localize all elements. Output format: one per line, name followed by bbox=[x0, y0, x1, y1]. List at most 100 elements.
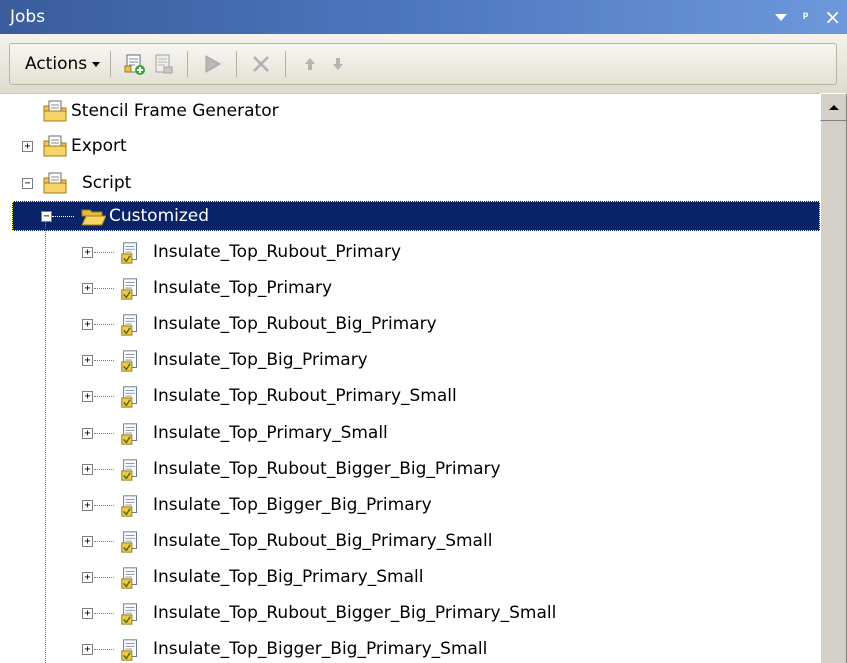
tree-node-script-item[interactable]: + Insulate_Top_Rubout_Primary_Small bbox=[0, 380, 820, 412]
expand-toggle-icon[interactable]: + bbox=[82, 319, 93, 330]
tree-connector bbox=[94, 288, 114, 289]
toolbar-separator bbox=[285, 51, 287, 77]
actions-menu-button[interactable]: Actions bbox=[25, 54, 101, 74]
tree-node-script-item[interactable]: + Insulate_Top_Bigger_Big_Primary_Small bbox=[0, 633, 820, 663]
expand-toggle-icon[interactable]: + bbox=[22, 141, 33, 152]
tree-connector bbox=[94, 541, 114, 542]
tree-connector bbox=[94, 613, 114, 614]
collapse-toggle-icon[interactable]: − bbox=[22, 178, 33, 189]
script-document-icon bbox=[121, 423, 137, 445]
tree-node-label: Insulate_Top_Primary bbox=[153, 278, 333, 298]
folder-document-icon bbox=[43, 135, 67, 157]
expand-toggle-icon[interactable]: + bbox=[82, 644, 93, 655]
open-folder-icon bbox=[81, 209, 106, 226]
arrow-up-icon bbox=[828, 104, 839, 110]
expand-toggle-icon[interactable]: + bbox=[82, 355, 93, 366]
folder-document-icon bbox=[43, 100, 67, 122]
tree-node-script-item[interactable]: + Insulate_Top_Rubout_Bigger_Big_Primary_… bbox=[0, 597, 820, 629]
tree-node-script-item[interactable]: + Insulate_Top_Bigger_Big_Primary bbox=[0, 489, 820, 521]
expand-toggle-icon[interactable]: + bbox=[82, 428, 93, 439]
move-up-icon bbox=[305, 58, 316, 70]
run-button[interactable] bbox=[198, 50, 226, 78]
tree-node-label: Insulate_Top_Rubout_Big_Primary_Small bbox=[153, 531, 493, 551]
script-document-icon bbox=[121, 639, 137, 661]
expand-toggle-icon[interactable]: + bbox=[82, 500, 93, 511]
toolbar-separator bbox=[187, 51, 189, 77]
job-properties-icon bbox=[155, 54, 173, 74]
actions-label: Actions bbox=[25, 54, 88, 74]
tree-node-script-item[interactable]: + Insulate_Top_Primary bbox=[0, 272, 820, 304]
tree-connector bbox=[94, 324, 114, 325]
tree-node-label: Insulate_Top_Rubout_Big_Primary bbox=[153, 314, 437, 334]
tree-node-stencil-frame-generator[interactable]: Stencil Frame Generator bbox=[0, 95, 820, 127]
tree-node-label: Insulate_Top_Rubout_Bigger_Big_Primary_S… bbox=[153, 603, 557, 623]
tree-node-label: Insulate_Top_Rubout_Primary bbox=[153, 242, 402, 262]
tree-node-label: Insulate_Top_Bigger_Big_Primary_Small bbox=[153, 639, 488, 659]
vertical-scrollbar[interactable] bbox=[820, 93, 847, 663]
tree-node-label: Insulate_Top_Rubout_Bigger_Big_Primary bbox=[153, 459, 501, 479]
tree-node-label: Insulate_Top_Big_Primary_Small bbox=[153, 567, 424, 587]
tree-node-label: Customized bbox=[109, 206, 210, 226]
tree-node-script-item[interactable]: + Insulate_Top_Big_Primary_Small bbox=[0, 561, 820, 593]
tree-connector bbox=[94, 360, 114, 361]
expand-toggle-icon[interactable]: + bbox=[82, 247, 93, 258]
tree-node-script-item[interactable]: + Insulate_Top_Rubout_Bigger_Big_Primary bbox=[0, 453, 820, 485]
expand-toggle-icon[interactable]: + bbox=[82, 572, 93, 583]
script-document-icon bbox=[121, 314, 137, 336]
expand-toggle-icon[interactable]: + bbox=[82, 536, 93, 547]
title-controls: ᵖ × bbox=[775, 0, 841, 34]
tree-node-label: Insulate_Top_Bigger_Big_Primary bbox=[153, 495, 432, 515]
delete-icon bbox=[253, 56, 269, 72]
panel-title: Jobs bbox=[10, 7, 46, 27]
folder-document-icon bbox=[43, 172, 67, 194]
move-down-button[interactable] bbox=[324, 50, 352, 78]
tree-node-label: Stencil Frame Generator bbox=[71, 101, 279, 121]
script-document-icon bbox=[121, 531, 137, 553]
add-job-icon bbox=[124, 54, 146, 75]
tree-node-label: Script bbox=[82, 173, 132, 193]
panel-titlebar: Jobs ᵖ × bbox=[0, 0, 847, 34]
tree-node-script-item[interactable]: + Insulate_Top_Rubout_Primary bbox=[0, 236, 820, 268]
script-document-icon bbox=[121, 350, 137, 372]
collapse-toggle-icon[interactable]: − bbox=[41, 211, 52, 222]
delete-button[interactable] bbox=[247, 50, 275, 78]
expand-toggle-icon[interactable]: + bbox=[82, 464, 93, 475]
tree-connector bbox=[94, 505, 114, 506]
add-job-button[interactable] bbox=[121, 50, 149, 78]
tree-node-script-item[interactable]: + Insulate_Top_Primary_Small bbox=[0, 417, 820, 449]
tree-node-script-item[interactable]: + Insulate_Top_Rubout_Big_Primary bbox=[0, 308, 820, 340]
tree-node-customized[interactable]: − Customized bbox=[0, 200, 820, 232]
close-icon[interactable]: × bbox=[824, 7, 841, 27]
job-properties-button[interactable] bbox=[149, 50, 177, 78]
script-document-icon bbox=[121, 567, 137, 589]
window-position-dropdown-icon[interactable] bbox=[775, 13, 788, 21]
expand-toggle-icon[interactable]: + bbox=[82, 283, 93, 294]
tree-connector bbox=[52, 216, 74, 217]
tree-node-label: Insulate_Top_Big_Primary bbox=[153, 350, 368, 370]
tree-connector bbox=[94, 396, 114, 397]
tree-node-export[interactable]: + Export bbox=[0, 130, 820, 162]
tree-connector bbox=[94, 469, 114, 470]
script-document-icon bbox=[121, 386, 137, 408]
run-icon bbox=[205, 55, 222, 73]
move-up-button[interactable] bbox=[296, 50, 324, 78]
tree-connector bbox=[94, 433, 114, 434]
tree-node-script-item[interactable]: + Insulate_Top_Rubout_Big_Primary_Small bbox=[0, 525, 820, 557]
auto-hide-pin-icon[interactable]: ᵖ bbox=[801, 8, 810, 26]
tree-node-script[interactable]: − Script bbox=[0, 167, 820, 199]
scroll-up-button[interactable] bbox=[820, 93, 847, 121]
jobs-tree: Stencil Frame Generator + Export − Scrip… bbox=[0, 93, 820, 663]
move-down-icon bbox=[333, 58, 344, 70]
script-document-icon bbox=[121, 495, 137, 517]
script-document-icon bbox=[121, 459, 137, 481]
expand-toggle-icon[interactable]: + bbox=[82, 391, 93, 402]
tree-connector bbox=[94, 577, 114, 578]
tree-connector bbox=[94, 649, 114, 650]
tree-node-label: Insulate_Top_Rubout_Primary_Small bbox=[153, 386, 457, 406]
scrollbar-thumb[interactable] bbox=[820, 93, 847, 663]
script-document-icon bbox=[121, 242, 137, 264]
tree-node-script-item[interactable]: + Insulate_Top_Big_Primary bbox=[0, 344, 820, 376]
tree-connector bbox=[94, 252, 114, 253]
tree-node-label: Export bbox=[71, 136, 127, 156]
expand-toggle-icon[interactable]: + bbox=[82, 608, 93, 619]
